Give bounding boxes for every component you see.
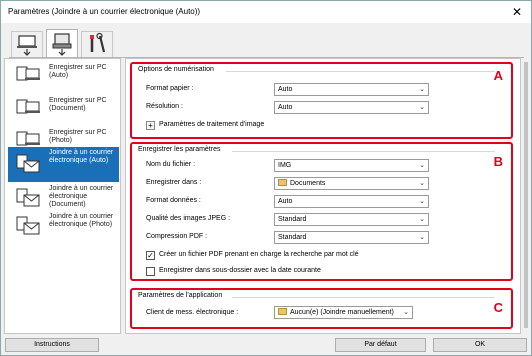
- scan-from-operation-panel-icon: [52, 33, 72, 56]
- settings-window: Paramètres (Joindre à un courrier électr…: [0, 0, 532, 356]
- chevron-down-icon: ⌄: [419, 198, 425, 205]
- jpeg-quality-value: Standard: [278, 216, 307, 223]
- group-title: Options de numérisation: [138, 66, 214, 73]
- group-divider: [226, 71, 495, 72]
- group-title: Enregistrer les paramètres: [138, 146, 221, 153]
- tab-general-settings[interactable]: [81, 31, 113, 57]
- sidebar-item-save-pc-document[interactable]: Enregistrer sur PC (Document): [8, 95, 119, 125]
- chevron-down-icon: ⌄: [419, 180, 425, 187]
- pdf-compression-value: Standard: [278, 234, 307, 241]
- save-in-label: Enregistrer dans :: [146, 179, 202, 186]
- email-icon: [16, 188, 40, 207]
- data-format-label: Format données :: [146, 197, 201, 204]
- chevron-down-icon: ⌄: [419, 86, 425, 93]
- ok-button[interactable]: OK: [433, 338, 527, 352]
- data-format-value: Auto: [278, 198, 293, 205]
- resolution-value: Auto: [278, 104, 293, 111]
- email-icon: [16, 216, 40, 235]
- jpeg-quality-select[interactable]: Standard ⌄: [274, 213, 429, 226]
- file-name-value: IMG: [278, 162, 292, 169]
- group-divider: [232, 297, 495, 298]
- sidebar-item-label: Enregistrer sur PC (Document): [49, 97, 107, 112]
- chevron-down-icon: ⌄: [419, 234, 425, 241]
- keyword-pdf-label: Créer un fichier PDF prenant en charge l…: [159, 251, 359, 258]
- sidebar-item-label: Joindre à un courrier électronique (Auto…: [49, 149, 114, 164]
- save-settings-group: Enregistrer les paramètres B Nom du fich…: [130, 142, 513, 281]
- group-divider: [232, 151, 495, 152]
- email-client-select[interactable]: Aucun(e) (Joindre manuellement) ⌄: [274, 306, 413, 319]
- save-pc-icon: [16, 66, 40, 81]
- expand-image-processing-button[interactable]: +: [146, 121, 155, 130]
- keyword-pdf-checkbox[interactable]: ✓: [146, 251, 155, 260]
- email-client-label: Client de mess. électronique :: [146, 309, 239, 316]
- subfolder-label: Enregistrer dans sous-dossier avec la da…: [159, 267, 321, 274]
- chevron-down-icon: ⌄: [419, 104, 425, 111]
- file-name-select[interactable]: IMG ⌄: [274, 159, 429, 172]
- chevron-down-icon: ⌄: [419, 162, 425, 169]
- pdf-compression-label: Compression PDF :: [146, 233, 208, 240]
- sidebar-item-label: Enregistrer sur PC (Auto): [49, 64, 107, 79]
- resolution-label: Résolution :: [146, 103, 183, 110]
- window-title: Paramètres (Joindre à un courrier électr…: [8, 7, 201, 16]
- sidebar-item-label: Enregistrer sur PC (Photo): [49, 129, 107, 144]
- data-format-select[interactable]: Auto ⌄: [274, 195, 429, 208]
- email-client-value: Aucun(e) (Joindre manuellement): [290, 309, 394, 316]
- image-processing-label: Paramètres de traitement d'image: [159, 121, 265, 128]
- vertical-scrollbar[interactable]: [523, 58, 529, 334]
- chevron-down-icon: ⌄: [419, 216, 425, 223]
- folder-icon: [278, 308, 287, 315]
- tab-scan-from-computer[interactable]: [11, 31, 43, 57]
- subfolder-checkbox[interactable]: [146, 267, 155, 276]
- scrollbar-thumb[interactable]: [524, 62, 528, 328]
- title-bar: Paramètres (Joindre à un courrier électr…: [1, 1, 531, 23]
- chevron-down-icon: ⌄: [403, 309, 409, 316]
- group-title: Paramètres de l'application: [138, 292, 223, 299]
- group-letter: C: [493, 300, 503, 315]
- sidebar-item-save-pc-auto[interactable]: Enregistrer sur PC (Auto): [8, 62, 119, 92]
- jpeg-quality-label: Qualité des images JPEG :: [146, 215, 231, 222]
- sidebar-item-label: Joindre à un courrier électronique (Docu…: [49, 185, 114, 208]
- resolution-select[interactable]: Auto ⌄: [274, 101, 429, 114]
- save-in-value: Documents: [290, 180, 326, 187]
- sidebar-item-label: Joindre à un courrier électronique (Phot…: [49, 213, 114, 228]
- general-settings-tools-icon: [90, 32, 106, 53]
- sidebar-item-email-auto[interactable]: Joindre à un courrier électronique (Auto…: [8, 147, 119, 182]
- folder-icon: [278, 179, 287, 186]
- pdf-compression-select[interactable]: Standard ⌄: [274, 231, 429, 244]
- scan-mode-list: Enregistrer sur PC (Auto) Enregistrer su…: [4, 58, 121, 334]
- paper-size-value: Auto: [278, 86, 293, 93]
- tab-scan-from-operation-panel[interactable]: [46, 29, 78, 58]
- scan-options-group: Options de numérisation A Format papier …: [130, 62, 513, 139]
- group-letter: A: [493, 68, 503, 83]
- defaults-button[interactable]: Par défaut: [335, 338, 426, 352]
- paper-size-select[interactable]: Auto ⌄: [274, 83, 429, 96]
- email-icon: [16, 154, 40, 173]
- save-in-select[interactable]: Documents ⌄: [274, 177, 429, 190]
- app-settings-group: Paramètres de l'application C Client de …: [130, 288, 513, 329]
- close-button[interactable]: ✕: [509, 5, 525, 19]
- settings-panel: Options de numérisation A Format papier …: [125, 58, 521, 334]
- instructions-button[interactable]: Instructions: [5, 338, 99, 352]
- group-letter: B: [493, 154, 503, 169]
- file-name-label: Nom du fichier :: [146, 161, 196, 168]
- sidebar-item-email-photo[interactable]: Joindre à un courrier électronique (Phot…: [8, 211, 119, 243]
- scan-from-computer-icon: [17, 35, 37, 56]
- save-pc-icon: [16, 99, 40, 114]
- paper-size-label: Format papier :: [146, 85, 194, 92]
